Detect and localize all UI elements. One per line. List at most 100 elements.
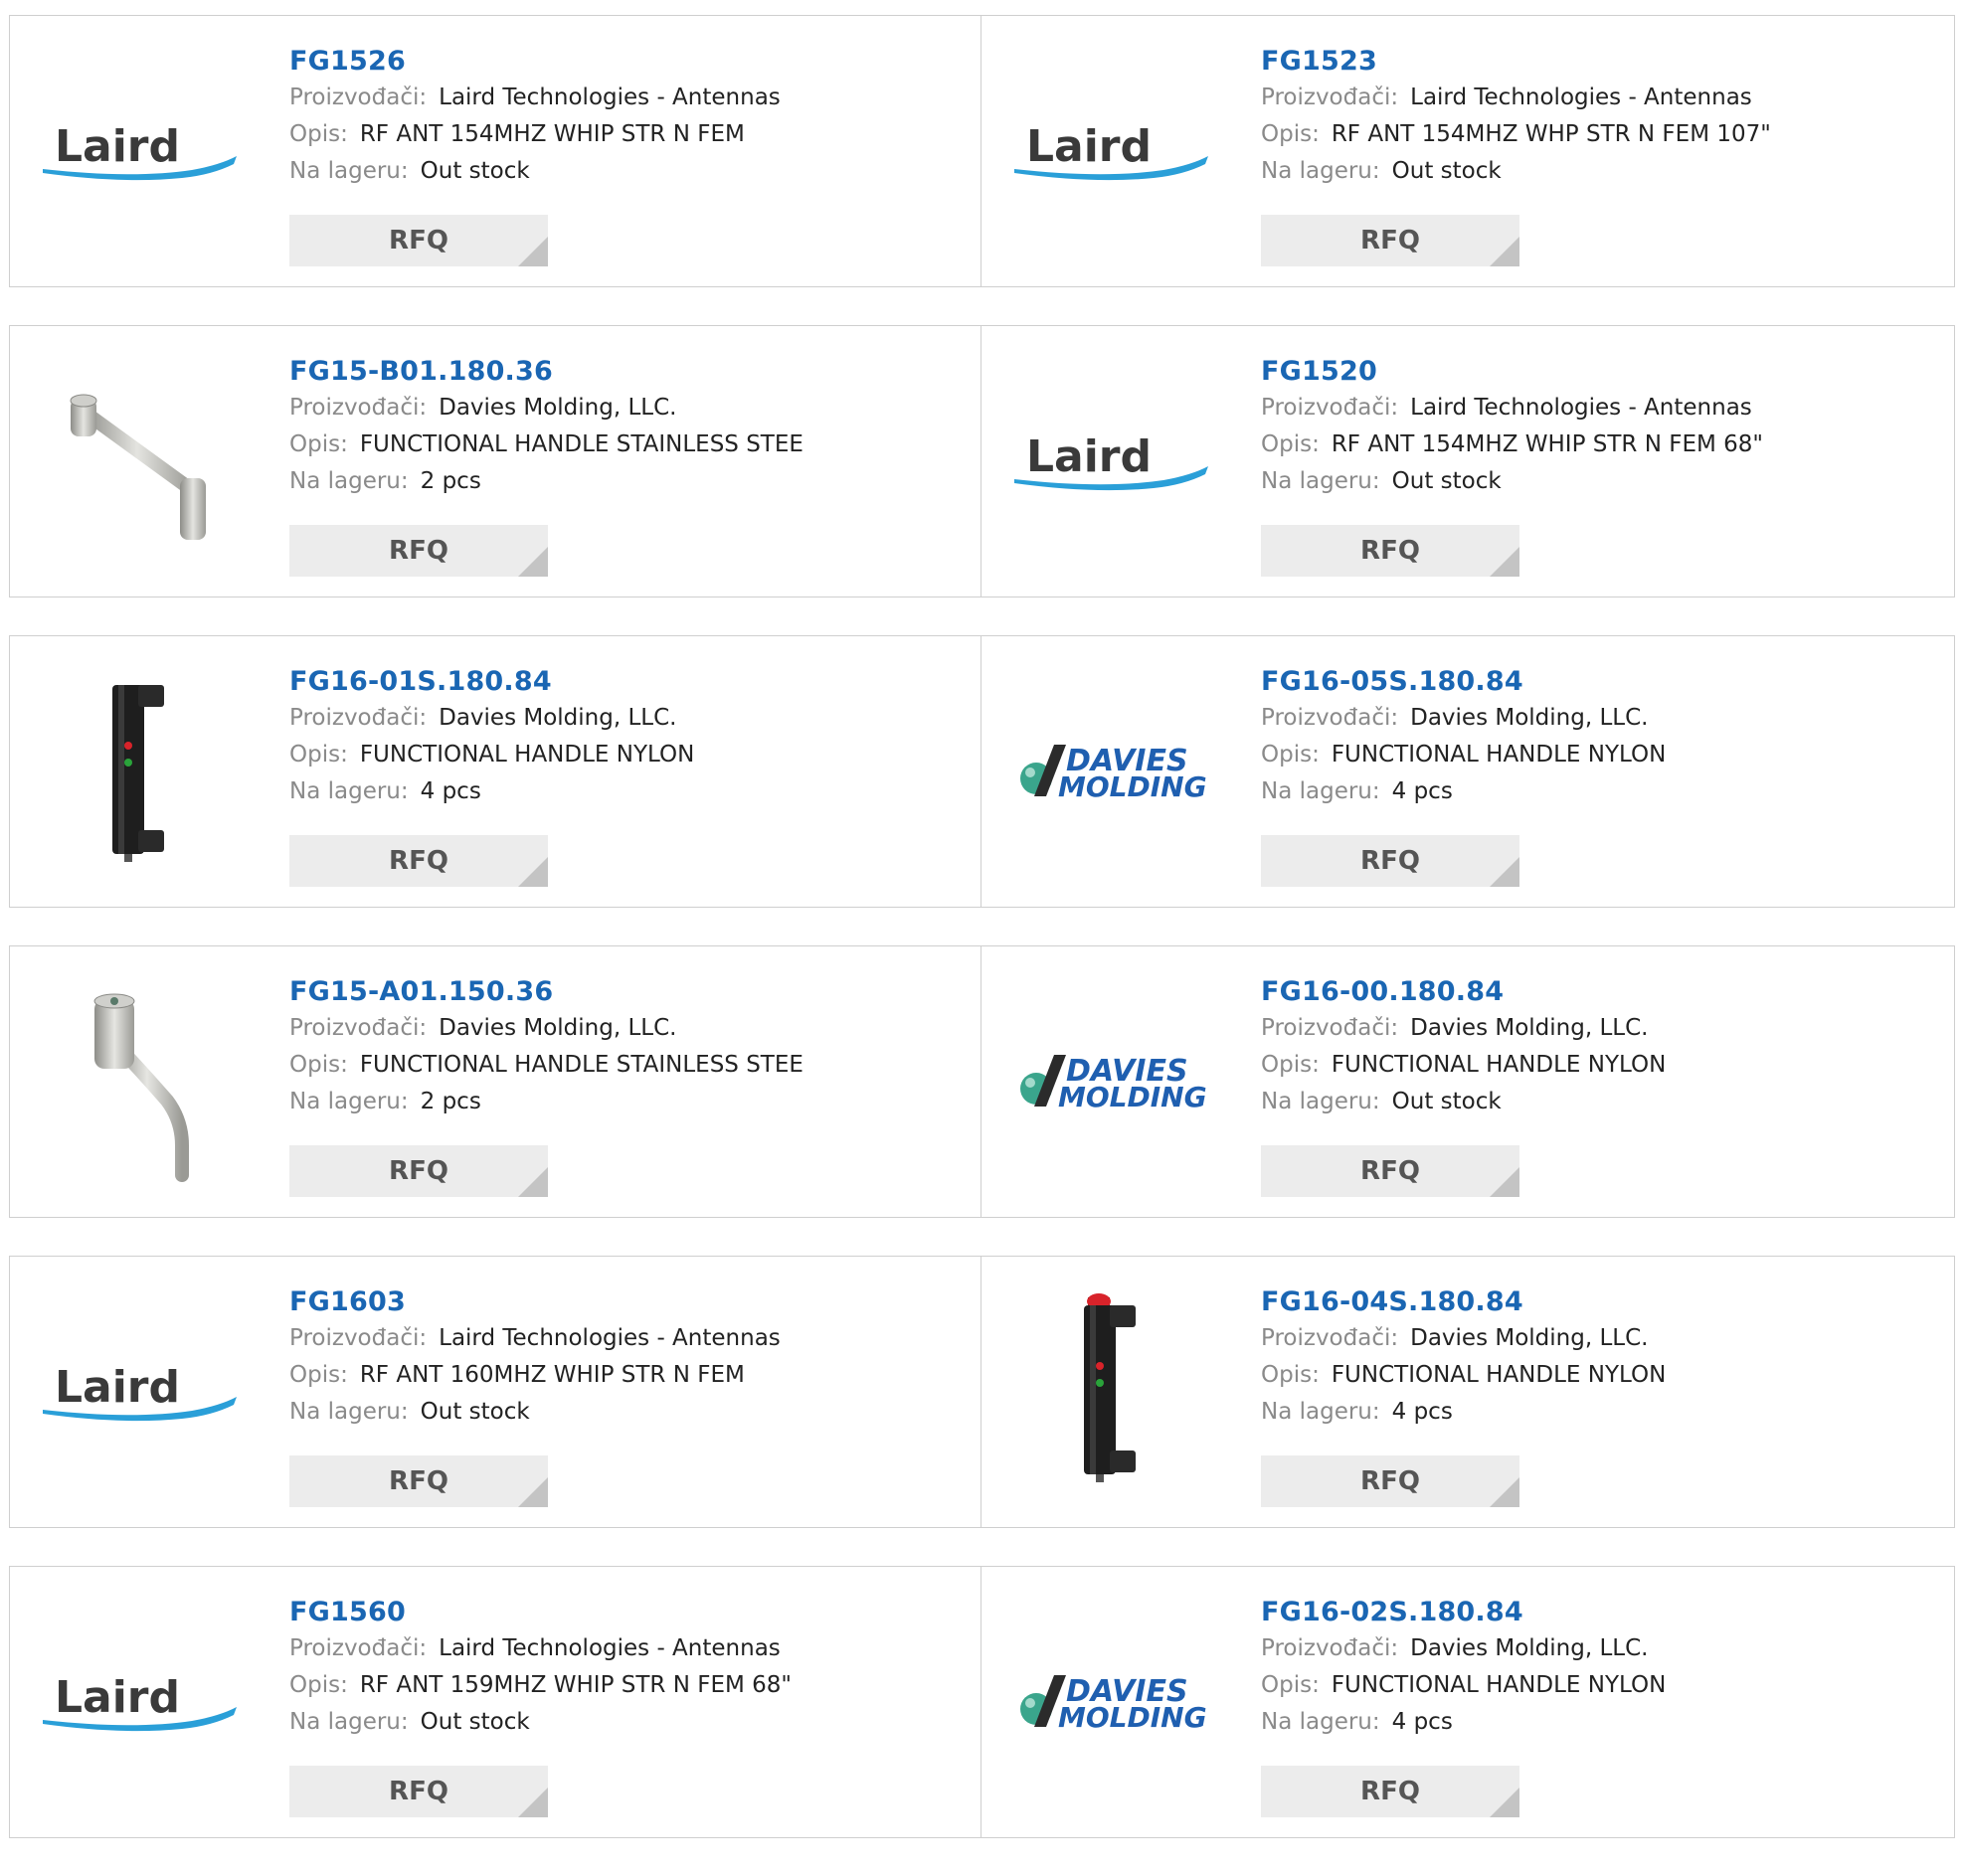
product-card: DAVIES MOLDING FG16-05S.180.84 Proizvođači:…	[981, 635, 1955, 908]
part-number-link[interactable]: FG1520	[1261, 354, 1377, 390]
stock-label: Na lageru:	[1261, 1399, 1380, 1425]
stock-value: Out stock	[1391, 1089, 1502, 1114]
product-info: FG15-A01.150.36 Proizvođači: Davies Moldin…	[289, 974, 971, 1120]
product-image-black-handle[interactable]	[38, 666, 247, 875]
rfq-button[interactable]: RFQ	[1261, 1766, 1519, 1817]
product-card: FG15-A01.150.36 Proizvođači: Davies Moldin…	[9, 945, 981, 1218]
product-image-steel-handle-bent[interactable]	[38, 976, 247, 1185]
product-image-steel-handle-straight[interactable]	[38, 356, 247, 565]
svg-text:Laird: Laird	[55, 1672, 180, 1723]
description-value: FUNCTIONAL HANDLE NYLON	[1331, 1052, 1667, 1078]
rfq-button[interactable]: RFQ	[289, 835, 548, 887]
description-label: Opis:	[1261, 431, 1320, 457]
description-value: RF ANT 160MHZ WHIP STR N FEM	[359, 1362, 745, 1388]
description-value: FUNCTIONAL HANDLE NYLON	[1331, 1672, 1667, 1698]
description-line: Opis: RF ANT 154MHZ WHP STR N FEM 107"	[1261, 116, 1944, 153]
part-number-link[interactable]: FG15-A01.150.36	[289, 974, 553, 1010]
part-number-link[interactable]: FG16-02S.180.84	[1261, 1595, 1523, 1630]
manufacturer-line: Proizvođači: Davies Molding, LLC.	[1261, 1010, 1944, 1047]
rfq-button[interactable]: RFQ	[289, 1145, 548, 1197]
stock-label: Na lageru:	[289, 1709, 409, 1735]
product-image-laird-logo[interactable]: Laird	[1009, 46, 1218, 255]
part-number-link[interactable]: FG16-05S.180.84	[1261, 664, 1523, 700]
description-label: Opis:	[289, 431, 348, 457]
product-image-laird-logo[interactable]: Laird	[38, 46, 247, 255]
rfq-button[interactable]: RFQ	[289, 525, 548, 577]
manufacturer-label: Proizvođači:	[289, 395, 428, 421]
product-image-laird-logo[interactable]: Laird	[38, 1597, 247, 1805]
product-image-davies-logo[interactable]: DAVIES MOLDING	[1009, 1597, 1218, 1805]
description-label: Opis:	[289, 742, 348, 767]
manufacturer-line: Proizvođači: Davies Molding, LLC.	[289, 700, 971, 737]
description-value: FUNCTIONAL HANDLE STAINLESS STEE	[359, 1052, 803, 1078]
description-line: Opis: FUNCTIONAL HANDLE STAINLESS STEE	[289, 426, 971, 463]
manufacturer-line: Proizvođači: Laird Technologies - Antenna…	[289, 1630, 971, 1667]
part-number-link[interactable]: FG1603	[289, 1284, 406, 1320]
description-label: Opis:	[1261, 1672, 1320, 1698]
manufacturer-label: Proizvođači:	[1261, 705, 1399, 731]
product-row: FG15-B01.180.36 Proizvođači: Davies Moldin…	[9, 325, 1955, 597]
description-value: RF ANT 159MHZ WHIP STR N FEM 68"	[359, 1672, 792, 1698]
manufacturer-line: Proizvođači: Davies Molding, LLC.	[289, 390, 971, 426]
product-info: FG1526 Proizvođači: Laird Technologies - A…	[289, 44, 971, 190]
part-number-link[interactable]: FG15-B01.180.36	[289, 354, 553, 390]
product-image-davies-logo[interactable]: DAVIES MOLDING	[1009, 666, 1218, 875]
rfq-button[interactable]: RFQ	[1261, 1145, 1519, 1197]
stock-line: Na lageru: 2 pcs	[289, 463, 971, 500]
product-card: DAVIES MOLDING FG16-00.180.84 Proizvođači: D…	[981, 945, 1955, 1218]
part-number-link[interactable]: FG1526	[289, 44, 406, 80]
description-value: FUNCTIONAL HANDLE NYLON	[1331, 742, 1667, 767]
rfq-button[interactable]: RFQ	[289, 215, 548, 266]
product-info: FG16-00.180.84 Proizvođači: Davies Molding…	[1261, 974, 1944, 1120]
product-image-davies-logo[interactable]: DAVIES MOLDING	[1009, 976, 1218, 1185]
manufacturer-value: Davies Molding, LLC.	[1410, 1015, 1649, 1041]
stock-label: Na lageru:	[1261, 778, 1380, 804]
description-value: RF ANT 154MHZ WHIP STR N FEM	[359, 121, 745, 147]
stock-value: 4 pcs	[420, 778, 481, 804]
stock-label: Na lageru:	[289, 468, 409, 494]
product-row: Laird FG1560 Proizvođači: Laird Technologie…	[9, 1566, 1955, 1838]
description-label: Opis:	[1261, 742, 1320, 767]
stock-line: Na lageru: 4 pcs	[1261, 773, 1944, 810]
svg-text:Laird: Laird	[1026, 121, 1152, 172]
rfq-button[interactable]: RFQ	[1261, 1455, 1519, 1507]
product-info: FG16-04S.180.84 Proizvođači: Davies Moldin…	[1261, 1284, 1944, 1431]
description-line: Opis: FUNCTIONAL HANDLE NYLON	[1261, 737, 1944, 773]
description-value: FUNCTIONAL HANDLE NYLON	[1331, 1362, 1667, 1388]
stock-line: Na lageru: 4 pcs	[1261, 1394, 1944, 1431]
rfq-button[interactable]: RFQ	[1261, 835, 1519, 887]
stock-label: Na lageru:	[289, 1399, 409, 1425]
description-line: Opis: FUNCTIONAL HANDLE NYLON	[1261, 1667, 1944, 1704]
product-image-laird-logo[interactable]: Laird	[38, 1286, 247, 1495]
manufacturer-value: Davies Molding, LLC.	[439, 1015, 677, 1041]
part-number-link[interactable]: FG1560	[289, 1595, 406, 1630]
manufacturer-label: Proizvođači:	[289, 1635, 428, 1661]
stock-line: Na lageru: Out stock	[289, 1704, 971, 1741]
product-info: FG1560 Proizvođači: Laird Technologies - A…	[289, 1595, 971, 1741]
stock-label: Na lageru:	[289, 1089, 409, 1114]
manufacturer-value: Davies Molding, LLC.	[1410, 1325, 1649, 1351]
svg-text:MOLDING: MOLDING	[1058, 1081, 1207, 1113]
rfq-button[interactable]: RFQ	[1261, 215, 1519, 266]
stock-line: Na lageru: 4 pcs	[289, 773, 971, 810]
rfq-button[interactable]: RFQ	[289, 1455, 548, 1507]
product-info: FG16-05S.180.84 Proizvođači: Davies Moldin…	[1261, 664, 1944, 810]
manufacturer-label: Proizvođači:	[1261, 395, 1399, 421]
product-image-black-handle-estop[interactable]	[1009, 1286, 1218, 1495]
part-number-link[interactable]: FG1523	[1261, 44, 1377, 80]
part-number-link[interactable]: FG16-04S.180.84	[1261, 1284, 1523, 1320]
stock-line: Na lageru: Out stock	[289, 153, 971, 190]
description-line: Opis: FUNCTIONAL HANDLE NYLON	[1261, 1047, 1944, 1084]
description-line: Opis: RF ANT 154MHZ WHIP STR N FEM	[289, 116, 971, 153]
description-value: FUNCTIONAL HANDLE STAINLESS STEE	[359, 431, 803, 457]
rfq-button[interactable]: RFQ	[1261, 525, 1519, 577]
part-number-link[interactable]: FG16-01S.180.84	[289, 664, 552, 700]
manufacturer-label: Proizvođači:	[289, 705, 428, 731]
rfq-button[interactable]: RFQ	[289, 1766, 548, 1817]
description-label: Opis:	[289, 1052, 348, 1078]
product-info: FG16-01S.180.84 Proizvođači: Davies Moldin…	[289, 664, 971, 810]
description-value: RF ANT 154MHZ WHIP STR N FEM 68"	[1331, 431, 1763, 457]
stock-value: 2 pcs	[420, 468, 481, 494]
part-number-link[interactable]: FG16-00.180.84	[1261, 974, 1504, 1010]
product-image-laird-logo[interactable]: Laird	[1009, 356, 1218, 565]
